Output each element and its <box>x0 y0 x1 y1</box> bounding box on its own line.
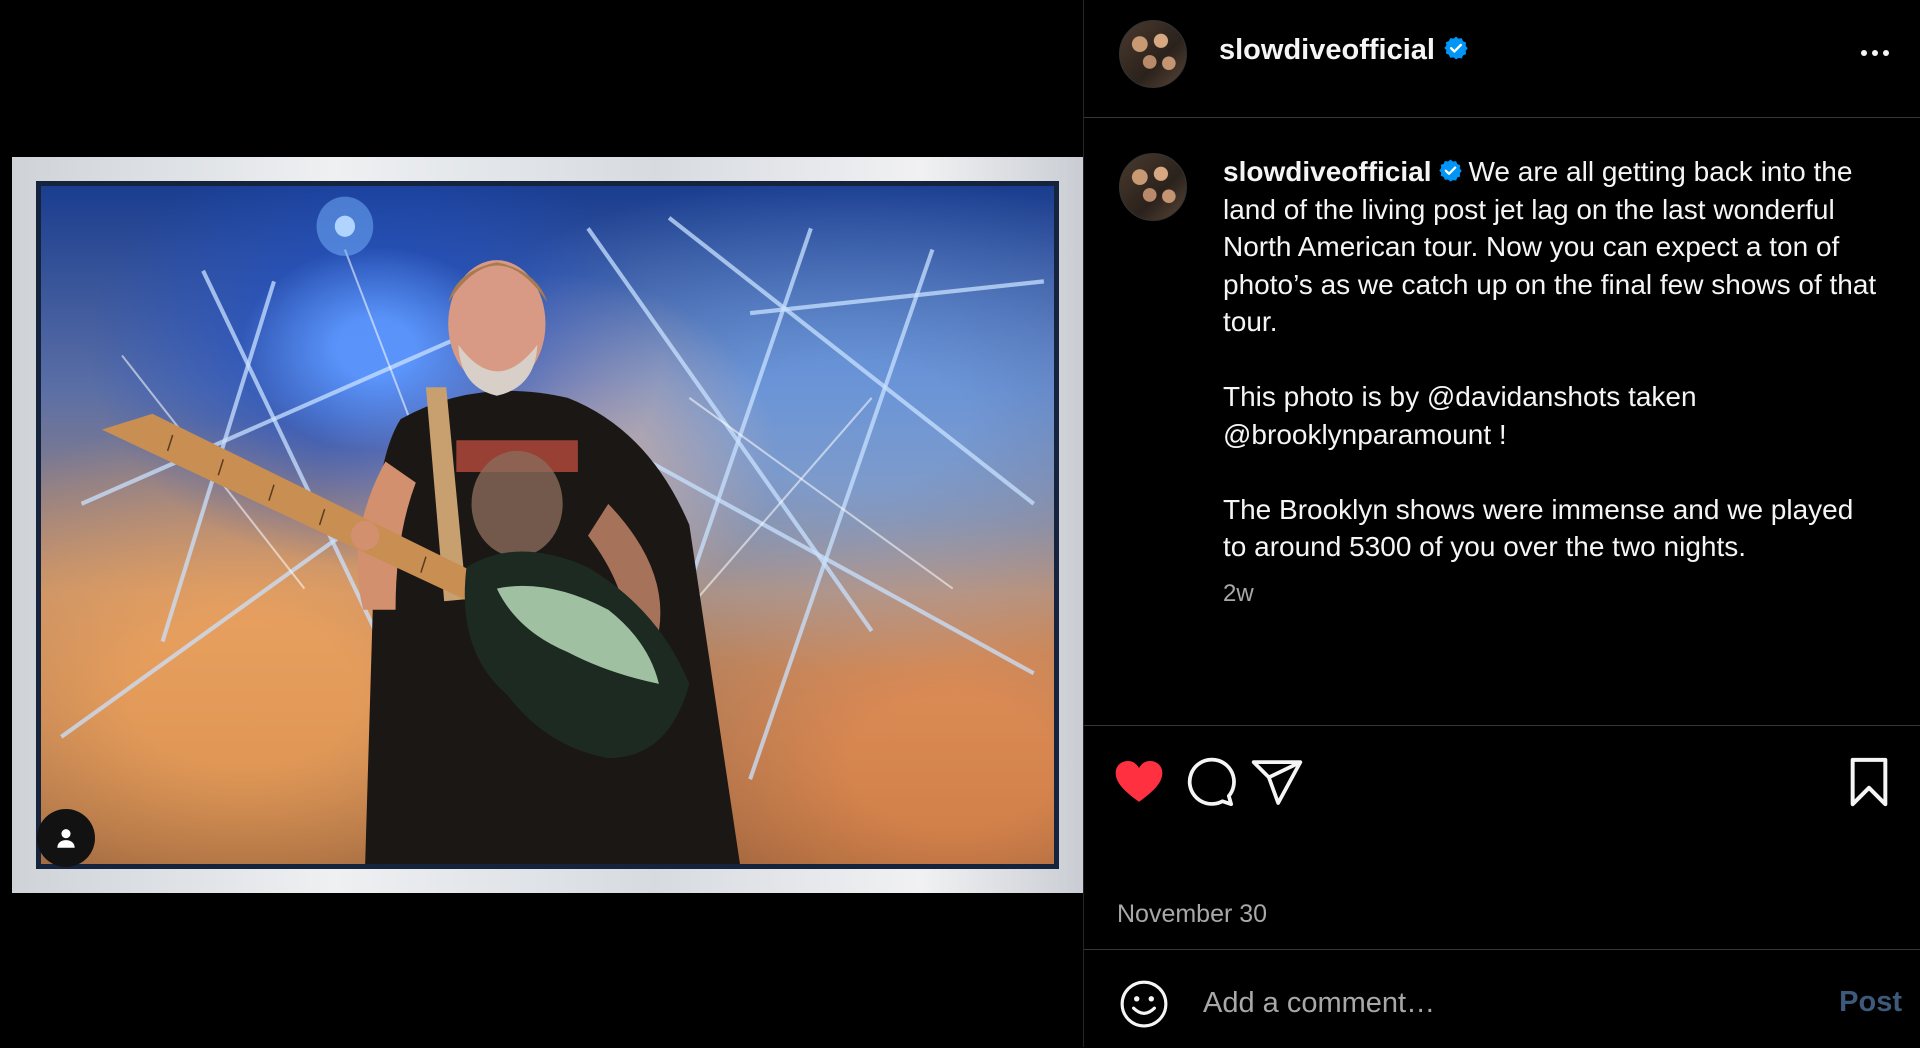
caption-time-ago[interactable]: 2w <box>1223 580 1254 608</box>
comment-input[interactable] <box>1201 974 1765 1032</box>
post-date[interactable]: November 30 <box>1117 900 1267 929</box>
paper-plane-icon <box>1251 760 1303 805</box>
heart-icon <box>1115 761 1163 802</box>
photo-illustration <box>60 196 1045 864</box>
caption-author-avatar[interactable] <box>1119 153 1187 221</box>
post-comment-button[interactable]: Post <box>1839 986 1902 1019</box>
emoji-button[interactable] <box>1119 979 1169 1029</box>
comment-button[interactable] <box>1181 754 1237 810</box>
post-actions <box>1084 726 1920 836</box>
comment-bar: Post <box>1084 949 1920 1048</box>
author-username: slowdiveofficial <box>1219 34 1435 66</box>
caption-paragraph-1: slowdiveofficial We are all getting back… <box>1223 153 1883 341</box>
bookmark-icon <box>1850 757 1888 807</box>
caption-paragraph-3: The Brooklyn shows were immense and we p… <box>1223 493 1854 563</box>
author-username-link[interactable]: slowdiveofficial <box>1219 34 1469 67</box>
share-button[interactable] <box>1249 754 1305 810</box>
post-photo[interactable] <box>12 157 1083 893</box>
user-tag-button[interactable] <box>37 809 95 867</box>
emoji-icon <box>1120 980 1168 1028</box>
post-media <box>0 0 1083 1047</box>
caption-text: slowdiveofficial We are all getting back… <box>1223 153 1883 566</box>
post-caption: slowdiveofficial We are all getting back… <box>1084 117 1920 726</box>
author-avatar[interactable] <box>1119 20 1187 88</box>
post-details-panel: slowdiveofficial slowdiveofficial We are… <box>1083 0 1920 1047</box>
verified-badge-icon <box>1444 36 1468 60</box>
caption-username[interactable]: slowdiveofficial <box>1223 156 1432 187</box>
verified-badge-icon <box>1438 159 1462 182</box>
caption-paragraph-2: This photo is by @davidanshots taken @br… <box>1223 381 1697 450</box>
concert-photo <box>36 181 1059 869</box>
more-options-button[interactable] <box>1853 36 1897 70</box>
comment-icon <box>1187 757 1236 807</box>
more-horizontal-icon <box>1861 50 1867 56</box>
post-header: slowdiveofficial <box>1084 0 1920 118</box>
save-button[interactable] <box>1841 754 1897 810</box>
like-button[interactable] <box>1111 754 1167 810</box>
user-tag-icon <box>57 829 75 848</box>
